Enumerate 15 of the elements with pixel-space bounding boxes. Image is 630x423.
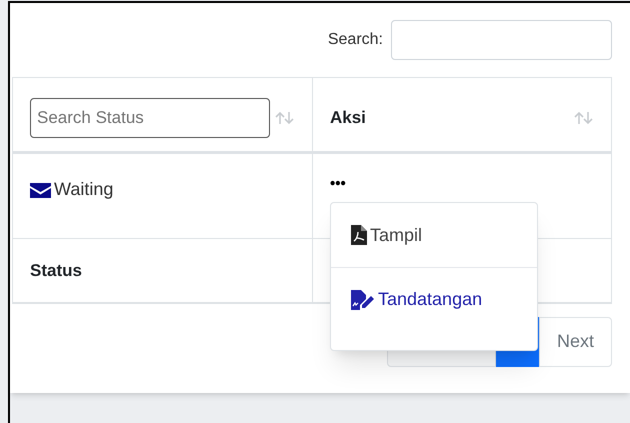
status-text: Waiting <box>54 178 114 201</box>
next-button[interactable]: Next <box>539 316 612 366</box>
sort-icon[interactable] <box>574 110 594 124</box>
search-field[interactable] <box>391 20 612 60</box>
menu-item[interactable]: Tandatangan <box>331 267 537 331</box>
status-filter-field[interactable]: Search Status <box>30 98 270 138</box>
pdf-file-icon <box>351 225 367 245</box>
envelope-icon <box>30 182 51 198</box>
sort-icon[interactable] <box>275 110 295 124</box>
signature-file-icon <box>351 290 375 310</box>
search-label: Search: <box>328 30 383 50</box>
column-footer: Status <box>30 260 82 280</box>
column-header: Aksi <box>330 106 366 129</box>
more-actions-button[interactable]: ••• <box>330 175 346 192</box>
menu-item[interactable]: Tampil <box>331 203 537 267</box>
